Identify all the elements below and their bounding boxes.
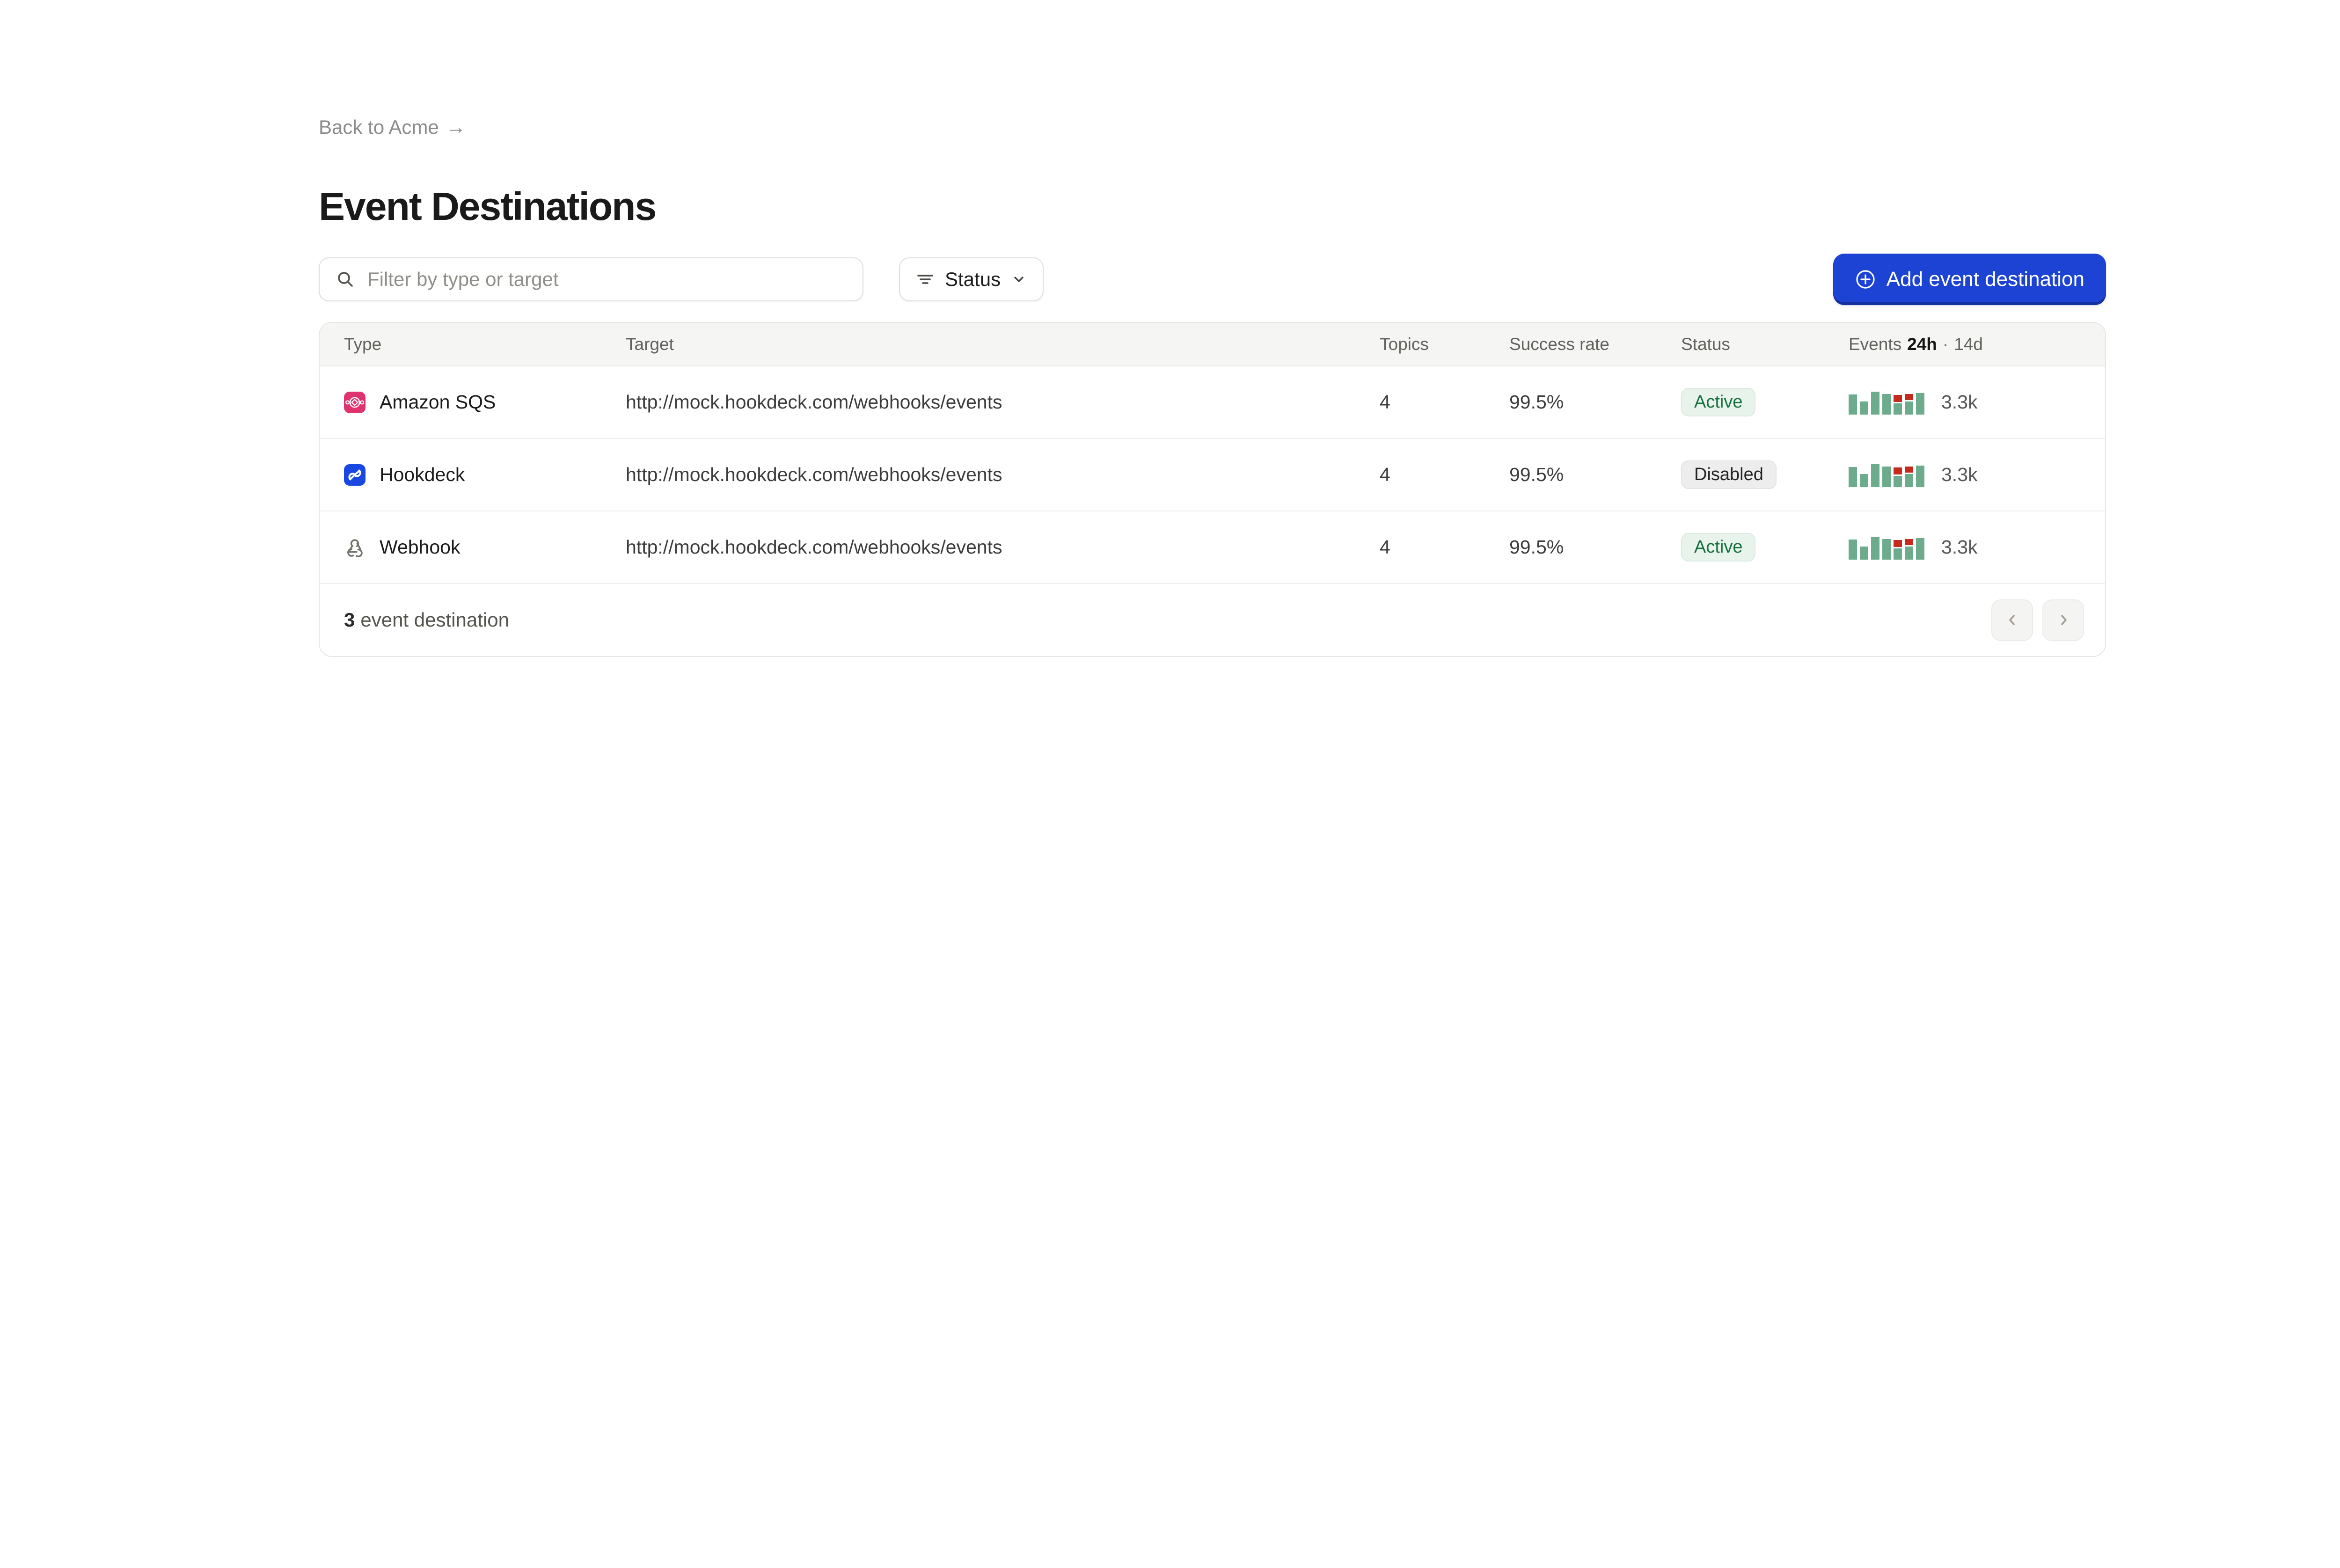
events-period-separator: · <box>1943 335 1948 354</box>
status-badge: Disabled <box>1681 460 1777 489</box>
hookdeck-icon <box>344 464 366 486</box>
webhook-icon <box>344 537 366 558</box>
events-sparkline-chart <box>1849 390 1924 415</box>
pagination <box>1991 599 2084 641</box>
column-header-events: Events 24h · 14d <box>1849 335 2106 354</box>
events-label: Events <box>1849 335 1901 354</box>
success-rate-cell: 99.5% <box>1509 536 1681 558</box>
status-cell: Active <box>1681 388 1849 417</box>
status-filter-label: Status <box>945 268 1001 291</box>
chevron-left-icon <box>2004 612 2020 628</box>
type-cell: Webhook <box>320 536 626 558</box>
status-cell: Disabled <box>1681 460 1849 489</box>
chevron-down-icon <box>1012 272 1026 286</box>
events-period-14d-toggle[interactable]: 14d <box>1954 335 1983 354</box>
event-destinations-page: Back to Acme → Event Destinations Status <box>0 0 2106 657</box>
status-cell: Active <box>1681 533 1849 562</box>
table-header-row: Type Target Topics Success rate Status E… <box>320 323 2105 366</box>
destination-count-label: event destination <box>360 609 509 631</box>
events-count: 3.3k <box>1941 536 1978 558</box>
status-filter-button[interactable]: Status <box>899 257 1044 301</box>
destination-type-label: Hookdeck <box>380 464 465 486</box>
previous-page-button[interactable] <box>1991 599 2033 641</box>
events-cell: 3.3k <box>1849 390 2106 415</box>
table-row-hookdeck[interactable]: Hookdeck http://mock.hookdeck.com/webhoo… <box>320 439 2105 511</box>
column-header-success-rate: Success rate <box>1509 335 1681 354</box>
table-row-webhook[interactable]: Webhook http://mock.hookdeck.com/webhook… <box>320 511 2105 584</box>
events-period-24h-toggle[interactable]: 24h <box>1907 335 1937 354</box>
column-header-topics: Topics <box>1380 335 1509 354</box>
filter-icon <box>917 271 934 288</box>
topics-cell: 4 <box>1380 464 1509 486</box>
type-cell: Hookdeck <box>320 464 626 486</box>
search-box <box>319 257 863 301</box>
events-sparkline-chart <box>1849 463 1924 487</box>
target-cell: http://mock.hookdeck.com/webhooks/events <box>626 536 1380 558</box>
success-rate-cell: 99.5% <box>1509 391 1681 413</box>
plus-circle-icon <box>1855 269 1876 290</box>
column-header-target: Target <box>626 335 1380 354</box>
amazon-sqs-icon <box>344 392 366 413</box>
toolbar: Status Add event destination <box>319 254 2106 305</box>
search-icon <box>336 270 355 289</box>
events-cell: 3.3k <box>1849 463 2106 487</box>
status-badge: Active <box>1681 388 1755 417</box>
topics-cell: 4 <box>1380 391 1509 413</box>
search-input[interactable] <box>367 268 847 291</box>
target-cell: http://mock.hookdeck.com/webhooks/events <box>626 391 1380 413</box>
events-cell: 3.3k <box>1849 535 2106 560</box>
destination-count: 3 <box>344 609 355 631</box>
table-row-amazon-sqs[interactable]: Amazon SQS http://mock.hookdeck.com/webh… <box>320 366 2105 439</box>
events-sparkline-chart <box>1849 535 1924 560</box>
column-header-status: Status <box>1681 335 1849 354</box>
table-footer: 3 event destination <box>320 584 2105 656</box>
chevron-right-icon <box>2055 612 2071 628</box>
target-cell: http://mock.hookdeck.com/webhooks/events <box>626 464 1380 486</box>
success-rate-cell: 99.5% <box>1509 464 1681 486</box>
back-link-label: Back to Acme <box>319 116 439 139</box>
column-header-type: Type <box>320 335 626 354</box>
event-destinations-table: Type Target Topics Success rate Status E… <box>319 322 2106 657</box>
events-count: 3.3k <box>1941 464 1978 486</box>
arrow-right-icon: → <box>446 116 466 139</box>
add-button-label: Add event destination <box>1887 268 2084 291</box>
add-event-destination-button[interactable]: Add event destination <box>1833 254 2106 305</box>
destination-type-label: Amazon SQS <box>380 391 496 413</box>
back-to-acme-link[interactable]: Back to Acme → <box>319 116 466 139</box>
status-badge: Active <box>1681 533 1755 562</box>
type-cell: Amazon SQS <box>320 391 626 413</box>
events-count: 3.3k <box>1941 391 1978 413</box>
destination-type-label: Webhook <box>380 536 460 558</box>
page-title: Event Destinations <box>319 184 2106 229</box>
next-page-button[interactable] <box>2042 599 2084 641</box>
topics-cell: 4 <box>1380 536 1509 558</box>
